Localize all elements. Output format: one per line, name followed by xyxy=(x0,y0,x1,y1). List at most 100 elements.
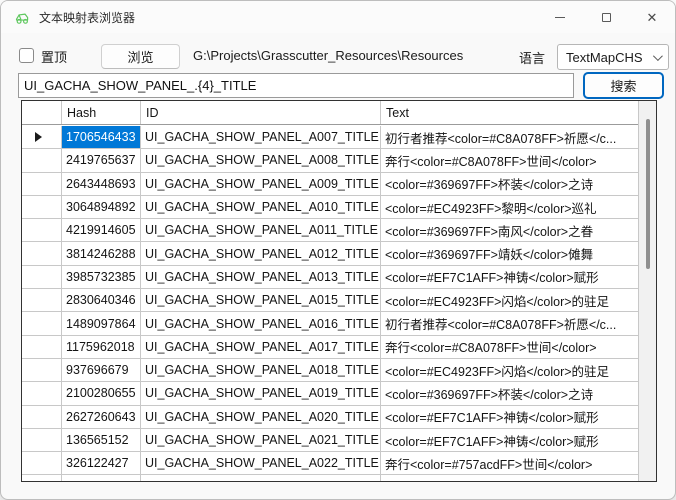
cell-id[interactable]: UI_GACHA_SHOW_PANEL_A019_TITLE xyxy=(141,382,381,405)
row-header-cell[interactable] xyxy=(22,173,62,196)
cell-id[interactable]: UI_GACHA_SHOW_PANEL_A010_TITLE xyxy=(141,196,381,219)
table-row[interactable]: 2830640346UI_GACHA_SHOW_PANEL_A015_TITLE… xyxy=(22,289,638,312)
cell-id[interactable]: UI_GACHA_SHOW_PANEL_A020_TITLE xyxy=(141,406,381,429)
cell-text[interactable]: <color=#EC4923FF>黎明</color>巡礼 xyxy=(381,196,638,219)
cell-id[interactable]: UI_GACHA_SHOW_PANEL_A018_TITLE xyxy=(141,359,381,382)
cell-id[interactable]: UI_GACHA_SHOW_PANEL_A017_TITLE xyxy=(141,336,381,359)
cell-id[interactable]: UI_GACHA_SHOW_PANEL_A022_TITLE xyxy=(141,452,381,475)
row-header-cell[interactable] xyxy=(22,149,62,172)
search-button[interactable]: 搜索 xyxy=(583,72,664,99)
minimize-button[interactable] xyxy=(537,1,583,33)
row-header-cell[interactable] xyxy=(22,475,62,481)
column-header-text[interactable]: Text xyxy=(381,101,638,124)
table-row[interactable]: 326122427UI_GACHA_SHOW_PANEL_A022_TITLE奔… xyxy=(22,452,638,475)
language-dropdown[interactable]: TextMapCHS xyxy=(557,44,669,70)
table-row[interactable]: 136565152UI_GACHA_SHOW_PANEL_A021_TITLE<… xyxy=(22,429,638,452)
cell-text[interactable]: <color=#369697FF>杯装</color>之诗 xyxy=(381,382,638,405)
cell-hash[interactable]: 3985732385 xyxy=(62,266,141,289)
search-input[interactable] xyxy=(18,73,574,98)
cell-text[interactable]: <color=#369697FF>靖妖</color>傩舞 xyxy=(381,242,638,265)
cell-text[interactable]: <color=#369697FF>南风</color>之眷 xyxy=(381,219,638,242)
window-title: 文本映射表浏览器 xyxy=(39,9,135,26)
browse-button[interactable]: 浏览 xyxy=(101,44,180,69)
cell-id[interactable]: UI_GACHA_SHOW_PANEL_A009_TITLE xyxy=(141,173,381,196)
close-button[interactable]: ✕ xyxy=(629,1,675,33)
cell-id[interactable]: UI_GACHA_SHOW_PANEL_A011_TITLE xyxy=(141,219,381,242)
cell-hash[interactable]: 136565152 xyxy=(62,429,141,452)
cell-text[interactable]: <color=#EC4923FF>闪焰</color>的驻足 xyxy=(381,359,638,382)
cell-id[interactable] xyxy=(141,475,381,481)
row-header-cell[interactable] xyxy=(22,382,62,405)
cell-hash[interactable]: 4219914605 xyxy=(62,219,141,242)
cell-hash[interactable]: 326122427 xyxy=(62,452,141,475)
cell-hash[interactable]: 3814246288 xyxy=(62,242,141,265)
cell-text[interactable]: <color=#EF7C1AFF>神铸</color>赋形 xyxy=(381,266,638,289)
cell-hash[interactable]: 2100280655 xyxy=(62,382,141,405)
cell-id[interactable]: UI_GACHA_SHOW_PANEL_A008_TITLE xyxy=(141,149,381,172)
row-header-cell[interactable] xyxy=(22,219,62,242)
row-header-cell[interactable] xyxy=(22,359,62,382)
textmap-table: Hash ID Text 1706546433UI_GACHA_SHOW_PAN… xyxy=(21,100,657,482)
cell-id[interactable]: UI_GACHA_SHOW_PANEL_A016_TITLE xyxy=(141,312,381,335)
row-header-cell[interactable] xyxy=(22,452,62,475)
cell-hash[interactable] xyxy=(62,475,141,481)
cell-id[interactable]: UI_GACHA_SHOW_PANEL_A015_TITLE xyxy=(141,289,381,312)
row-header-cell[interactable] xyxy=(22,196,62,219)
cell-text[interactable]: 奔行<color=#C8A078FF>世间</color> xyxy=(381,149,638,172)
row-header-cell[interactable] xyxy=(22,289,62,312)
cell-hash[interactable]: 2419765637 xyxy=(62,149,141,172)
column-header-id[interactable]: ID xyxy=(141,101,381,124)
table-row[interactable]: 2419765637UI_GACHA_SHOW_PANEL_A008_TITLE… xyxy=(22,149,638,172)
language-label: 语言 xyxy=(519,48,545,67)
cell-hash[interactable]: 2627260643 xyxy=(62,406,141,429)
column-header-hash[interactable]: Hash xyxy=(62,101,141,124)
table-row[interactable]: 4219914605UI_GACHA_SHOW_PANEL_A011_TITLE… xyxy=(22,219,638,242)
table-row[interactable]: 2643448693UI_GACHA_SHOW_PANEL_A009_TITLE… xyxy=(22,173,638,196)
row-header-cell[interactable] xyxy=(22,406,62,429)
row-header-cell[interactable] xyxy=(22,242,62,265)
cell-text[interactable]: 初行者推荐<color=#C8A078FF>祈愿</c... xyxy=(381,475,638,481)
cell-id[interactable]: UI_GACHA_SHOW_PANEL_A012_TITLE xyxy=(141,242,381,265)
row-header-cell[interactable] xyxy=(22,312,62,335)
cell-text[interactable]: 初行者推荐<color=#C8A078FF>祈愿</c... xyxy=(381,126,638,149)
cell-hash[interactable]: 1489097864 xyxy=(62,312,141,335)
cell-hash[interactable]: 3064894892 xyxy=(62,196,141,219)
language-selected-value: TextMapCHS xyxy=(566,50,643,65)
table-row[interactable]: 2100280655UI_GACHA_SHOW_PANEL_A019_TITLE… xyxy=(22,382,638,405)
close-icon: ✕ xyxy=(647,11,658,24)
row-header-cell[interactable] xyxy=(22,266,62,289)
cell-text[interactable]: <color=#369697FF>杯装</color>之诗 xyxy=(381,173,638,196)
cell-hash[interactable]: 2643448693 xyxy=(62,173,141,196)
cell-text[interactable]: <color=#EF7C1AFF>神铸</color>赋形 xyxy=(381,429,638,452)
cell-id[interactable]: UI_GACHA_SHOW_PANEL_A007_TITLE xyxy=(141,126,381,149)
table-row[interactable]: 1175962018UI_GACHA_SHOW_PANEL_A017_TITLE… xyxy=(22,336,638,359)
cell-text[interactable]: <color=#EC4923FF>闪焰</color>的驻足 xyxy=(381,289,638,312)
cell-text[interactable]: 奔行<color=#C8A078FF>世间</color> xyxy=(381,336,638,359)
table-row[interactable]: 937696679UI_GACHA_SHOW_PANEL_A018_TITLE<… xyxy=(22,359,638,382)
toolbar: 置顶 浏览 G:\Projects\Grasscutter_Resources\… xyxy=(1,39,675,71)
cell-text[interactable]: <color=#EF7C1AFF>神铸</color>赋形 xyxy=(381,406,638,429)
cell-hash[interactable]: 1706546433 xyxy=(62,126,141,149)
row-header-cell[interactable] xyxy=(22,336,62,359)
row-header-cell[interactable] xyxy=(22,126,62,149)
vertical-scrollbar[interactable] xyxy=(638,101,656,481)
row-header-corner[interactable] xyxy=(22,101,62,124)
cell-hash[interactable]: 937696679 xyxy=(62,359,141,382)
maximize-button[interactable] xyxy=(583,1,629,33)
table-row[interactable]: 3064894892UI_GACHA_SHOW_PANEL_A010_TITLE… xyxy=(22,196,638,219)
cell-text[interactable]: 初行者推荐<color=#C8A078FF>祈愿</c... xyxy=(381,312,638,335)
table-row[interactable]: 3985732385UI_GACHA_SHOW_PANEL_A013_TITLE… xyxy=(22,266,638,289)
table-row[interactable]: 2627260643UI_GACHA_SHOW_PANEL_A020_TITLE… xyxy=(22,406,638,429)
table-row[interactable]: 初行者推荐<color=#C8A078FF>祈愿</c... xyxy=(22,475,638,481)
row-header-cell[interactable] xyxy=(22,429,62,452)
pin-on-top-checkbox[interactable] xyxy=(19,48,34,63)
table-row[interactable]: 1489097864UI_GACHA_SHOW_PANEL_A016_TITLE… xyxy=(22,312,638,335)
cell-hash[interactable]: 2830640346 xyxy=(62,289,141,312)
cell-id[interactable]: UI_GACHA_SHOW_PANEL_A013_TITLE xyxy=(141,266,381,289)
cell-text[interactable]: 奔行<color=#757acdFF>世间</color> xyxy=(381,452,638,475)
scrollbar-thumb[interactable] xyxy=(646,119,650,269)
table-row[interactable]: 3814246288UI_GACHA_SHOW_PANEL_A012_TITLE… xyxy=(22,242,638,265)
cell-id[interactable]: UI_GACHA_SHOW_PANEL_A021_TITLE xyxy=(141,429,381,452)
table-row[interactable]: 1706546433UI_GACHA_SHOW_PANEL_A007_TITLE… xyxy=(22,126,638,149)
cell-hash[interactable]: 1175962018 xyxy=(62,336,141,359)
